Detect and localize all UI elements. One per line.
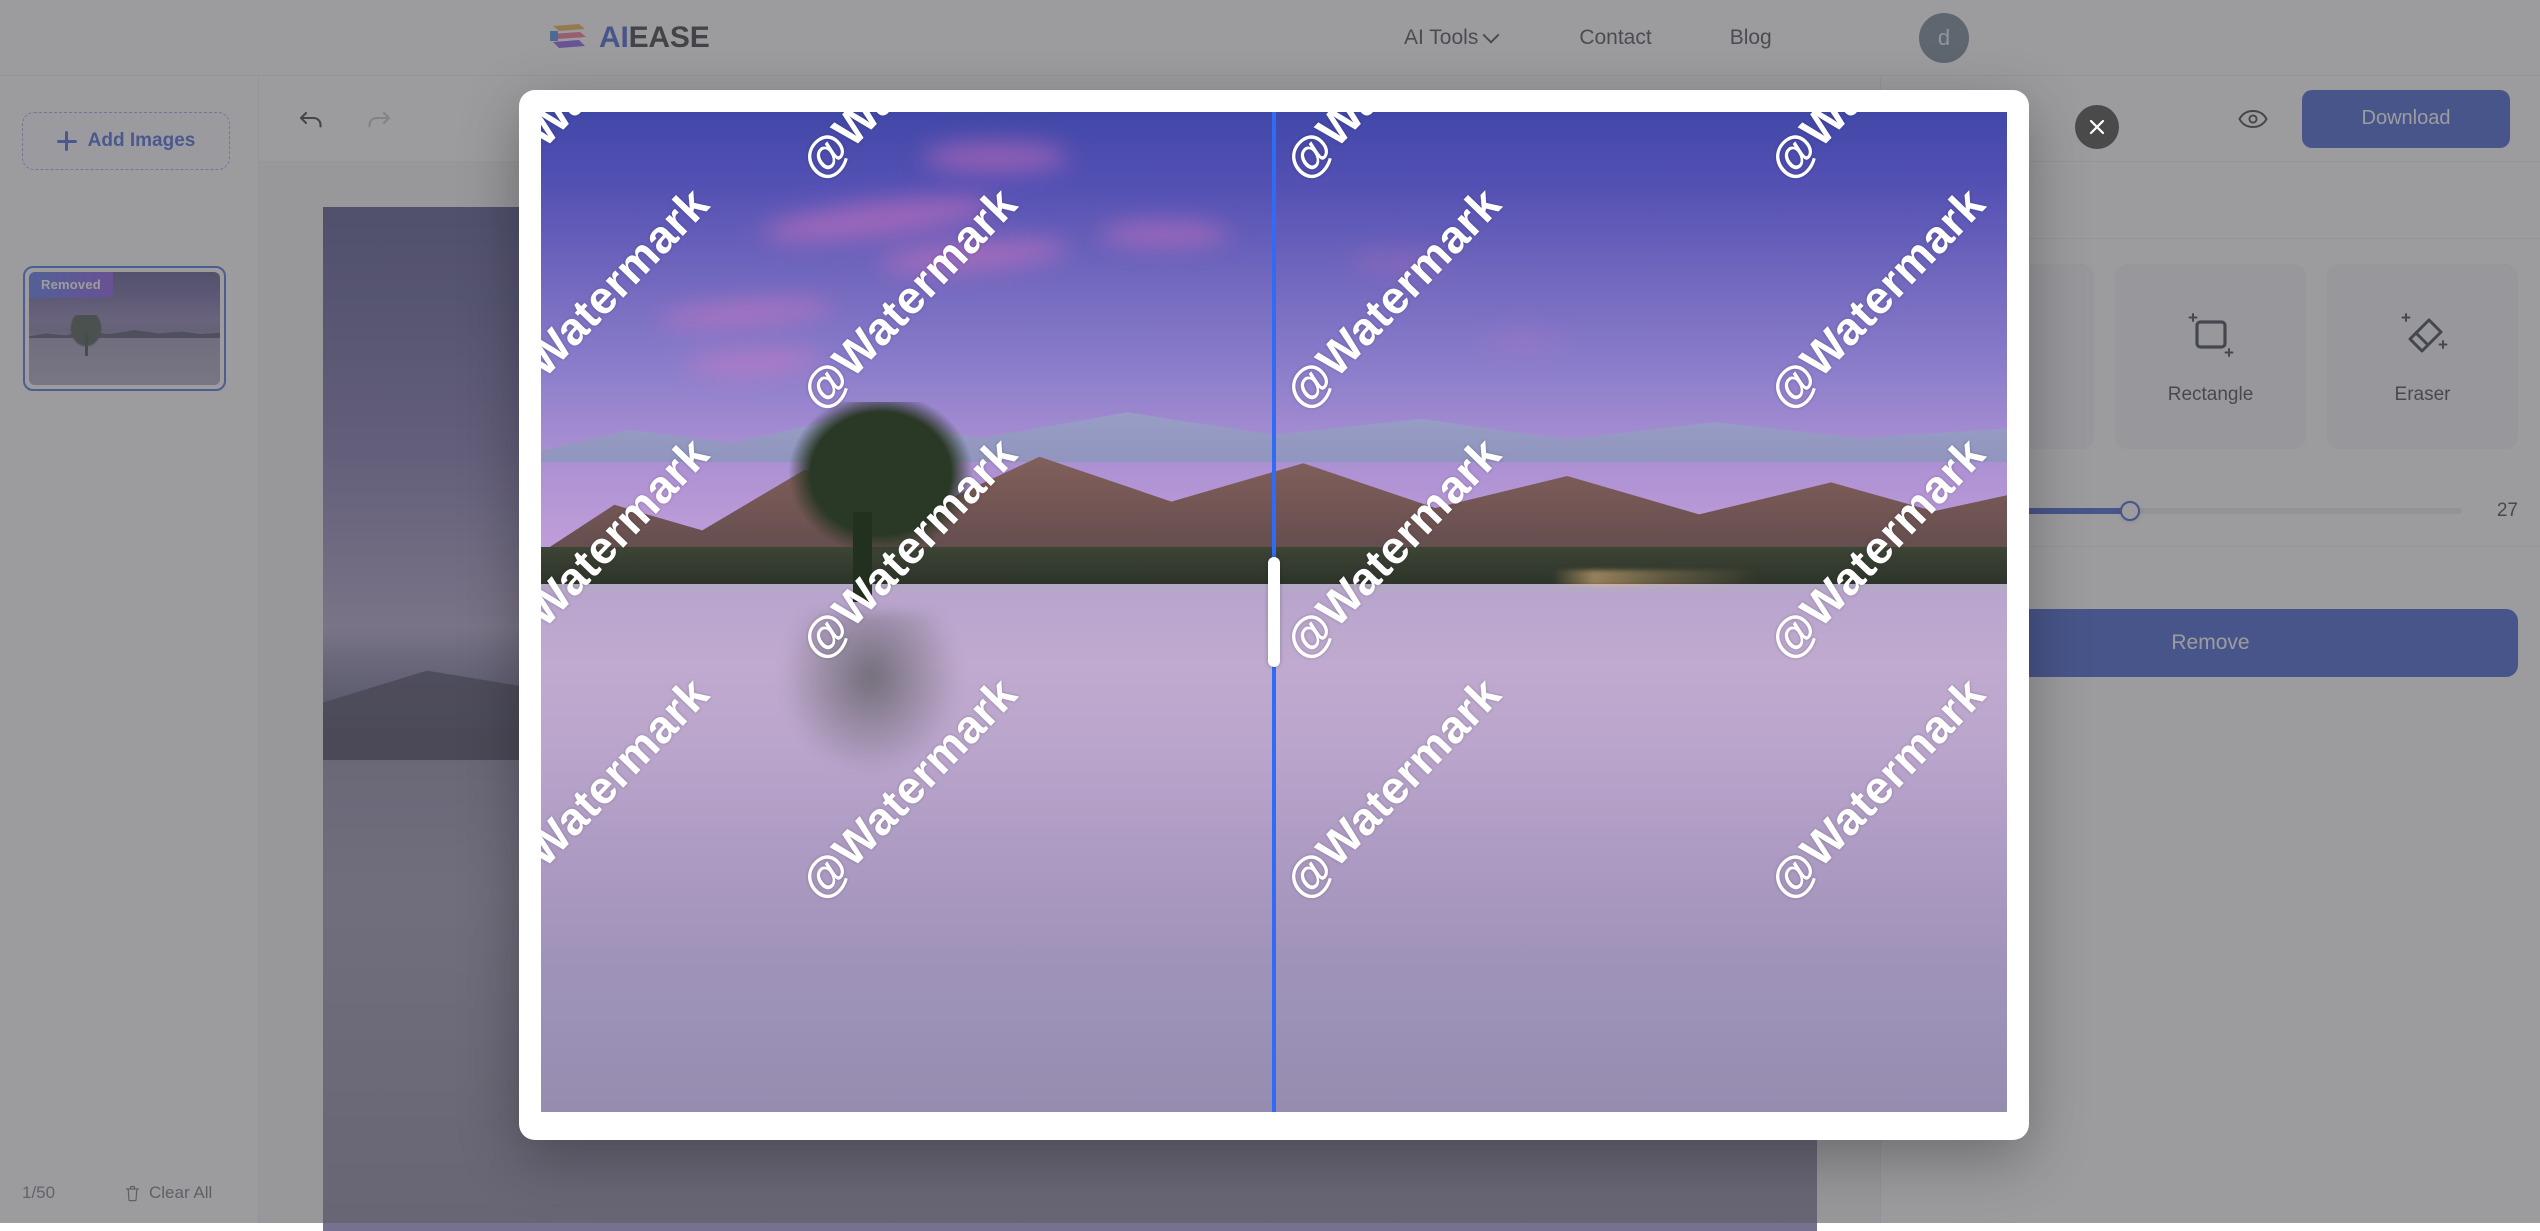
cloud [760, 188, 997, 250]
cloud [1098, 222, 1230, 246]
watermark-text: @Watermark [1758, 112, 1995, 190]
cloud [922, 142, 1069, 172]
preview-town-lights [1553, 570, 1758, 586]
preview-modal: @Watermark@Watermark@Watermark@Watermark… [519, 90, 2029, 1140]
watermark-text: @Watermark [1274, 176, 1511, 419]
compare-slider-handle[interactable] [1268, 557, 1280, 667]
close-icon[interactable] [2075, 105, 2119, 149]
cloud [1347, 252, 1450, 272]
watermark-text: @Watermark [541, 176, 720, 419]
watermark-text: @Watermark [1758, 176, 1995, 419]
cloud [658, 296, 835, 330]
preview-image[interactable]: @Watermark@Watermark@Watermark@Watermark… [541, 112, 2007, 1112]
cloud [687, 349, 820, 376]
watermark-text: @Watermark [541, 112, 720, 190]
cloud [877, 234, 1069, 279]
close-x-icon [2087, 117, 2107, 137]
cloud [1479, 332, 1567, 348]
watermark-text: @Watermark [1274, 112, 1511, 190]
preview-tree-trunk [853, 512, 872, 602]
preview-tree-reflection [783, 612, 959, 772]
